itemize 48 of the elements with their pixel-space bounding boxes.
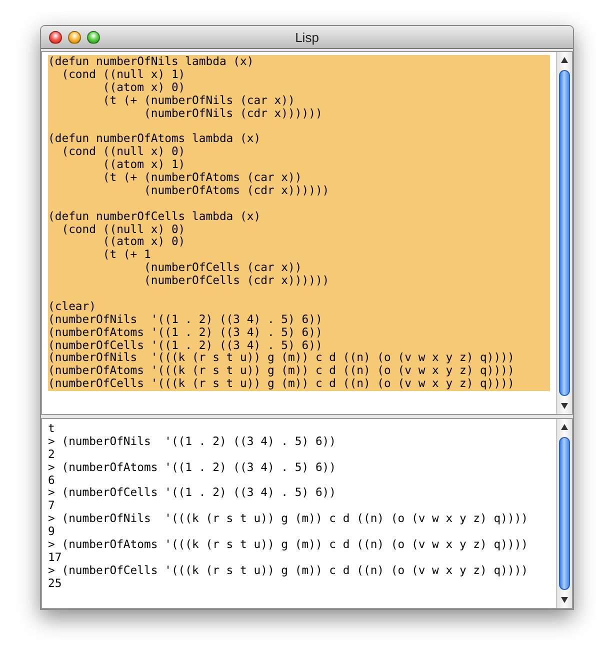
code-line: (numberOfCells (cdr x))))))	[143, 274, 330, 288]
code-line: (clear)	[48, 300, 98, 313]
window-title: Lisp	[295, 30, 319, 44]
scroll-thumb[interactable]	[559, 437, 570, 590]
code-line: ((atom x) 0)	[102, 235, 186, 248]
code-line: (numberOfCells (car x))	[143, 261, 303, 274]
code-line: (defun numberOfNils lambda (x)	[48, 55, 255, 68]
code-line: (t (+ 1	[102, 248, 152, 262]
code-line: (numberOfNils '((1 . 2) ((3 4) . 5) 6))	[48, 312, 324, 326]
code-line: (numberOfAtoms (cdr x))))))	[143, 184, 330, 197]
code-line: (numberOfCells '((1 . 2) ((3 4) . 5) 6))	[48, 338, 324, 352]
minimize-button[interactable]	[68, 30, 81, 44]
code-line: (numberOfAtoms '((1 . 2) ((3 4) . 5) 6))	[48, 326, 324, 339]
scroll-up-icon[interactable]	[560, 423, 569, 431]
code-line: (defun numberOfCells lambda (x)	[48, 210, 262, 223]
output-line: 6	[48, 474, 56, 486]
output-line: > (numberOfAtoms '((1 . 2) ((3 4) . 5) 6))	[48, 460, 338, 474]
output-line: t	[48, 422, 56, 435]
code-line: (numberOfNils (cdr x))))))	[143, 106, 324, 120]
code-line: (t (+ (numberOfNils (car x))	[102, 94, 296, 107]
code-line: ((atom x) 0)	[102, 80, 186, 94]
close-button[interactable]	[49, 30, 62, 44]
output-line: 7	[48, 499, 56, 512]
output-line: > (numberOfCells '(((k (r s t u)) g (m)) c d ((n) (o (v w x y z) q))))	[48, 564, 530, 577]
output-line: 9	[48, 525, 56, 538]
output-line: 17	[48, 550, 63, 564]
output-line: > (numberOfNils '(((k (r s t u)) g (m)) c d ((n) (o (v w x y z) q))))	[48, 512, 530, 526]
output-line: > (numberOfCells '((1 . 2) ((3 4) . 5) 6))	[48, 486, 338, 500]
code-line: (cond ((null x) 0)	[60, 145, 186, 158]
output-line: > (numberOfAtoms '(((k (r s t u)) g (m)) c d ((n) (o (v w x y z) q))))	[48, 538, 530, 551]
code-line: (cond ((null x) 1)	[60, 68, 186, 81]
code-line: (numberOfAtoms '(((k (r s t u)) g (m)) c d ((n) (o (v w x y z) q))))	[48, 364, 516, 378]
output-line: 25	[48, 576, 63, 590]
code-line: (numberOfCells '(((k (r s t u)) g (m)) c d ((n) (o (v w x y z) q))))	[48, 377, 516, 390]
code-line: (defun numberOfAtoms lambda (x)	[48, 132, 262, 146]
zoom-button[interactable]	[87, 30, 100, 44]
code-line: (numberOfNils '(((k (r s t u)) g (m)) c d ((n) (o (v w x y z) q))))	[48, 351, 516, 364]
scrollbar[interactable]	[556, 419, 572, 608]
code-line: ((atom x) 1)	[102, 158, 186, 172]
scroll-up-icon[interactable]	[560, 56, 569, 64]
code-line: (t (+ (numberOfAtoms (car x))	[102, 171, 303, 184]
scroll-thumb[interactable]	[559, 70, 570, 396]
output-line: 2	[48, 448, 56, 461]
code-line: (cond ((null x) 0)	[60, 222, 186, 236]
scroll-down-icon[interactable]	[560, 402, 569, 410]
output-line: > (numberOfNils '((1 . 2) ((3 4) . 5) 6))	[48, 434, 338, 448]
scrollbar[interactable]	[556, 52, 572, 414]
scroll-down-icon[interactable]	[560, 596, 569, 604]
